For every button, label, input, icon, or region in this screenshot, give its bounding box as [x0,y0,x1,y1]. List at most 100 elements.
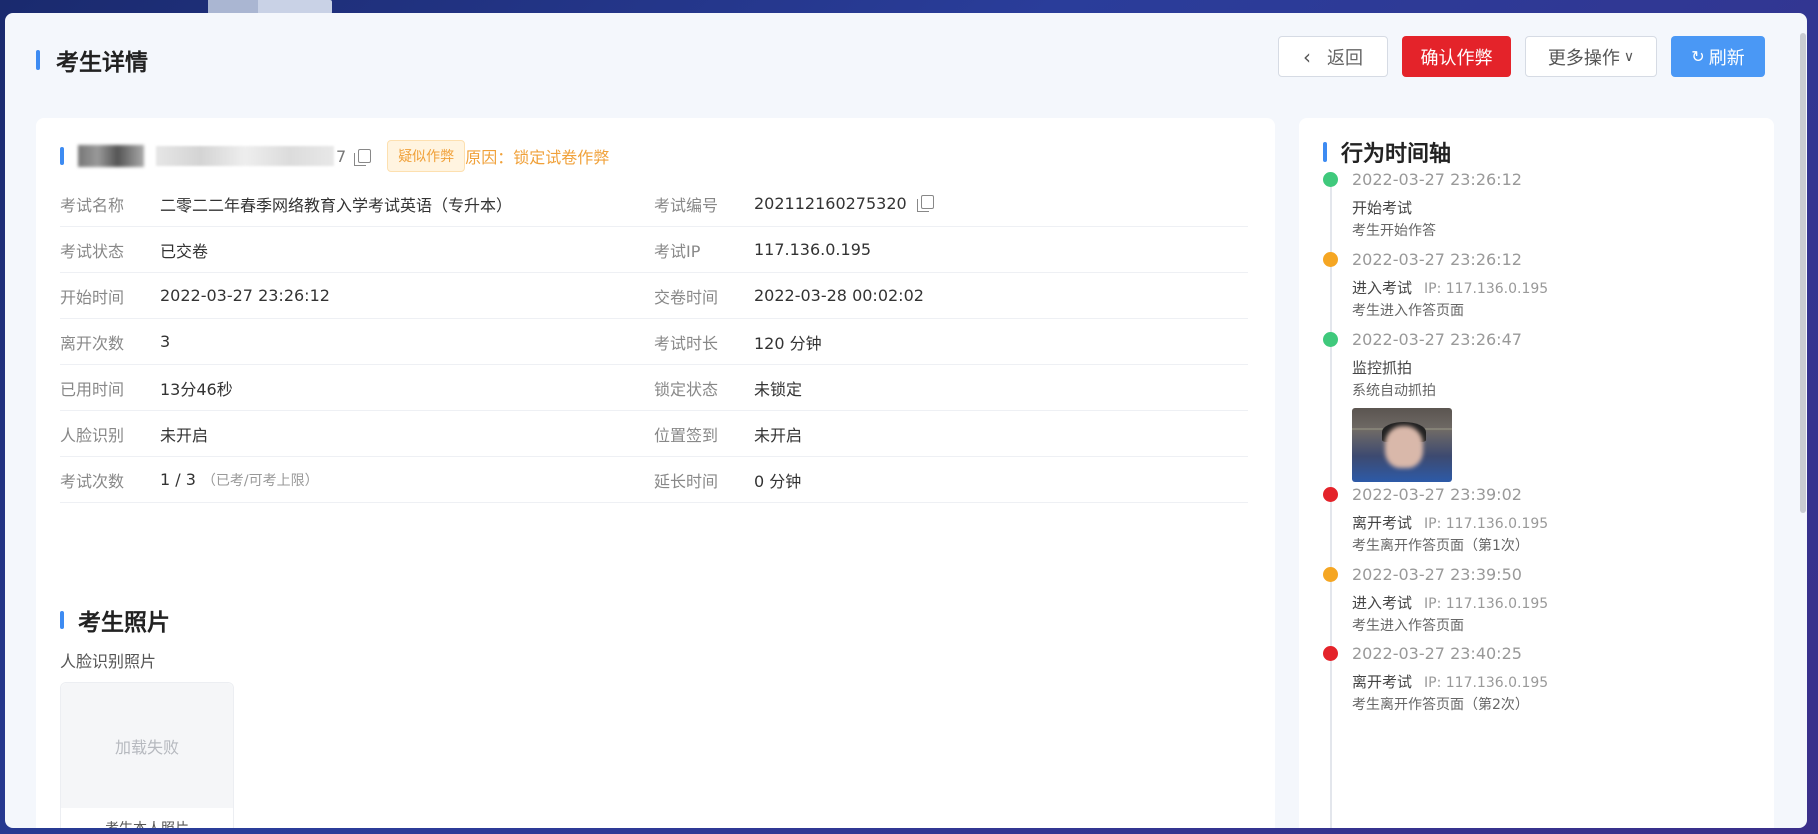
refresh-button[interactable]: ↻ 刷新 [1671,36,1765,77]
timeline-action: 进入考试 IP: 117.136.0.195 [1352,277,1548,298]
modal-scrollbar[interactable] [1799,13,1807,828]
info-label: 位置签到 [654,425,719,445]
timeline-action-label: 监控抓拍 [1352,359,1413,377]
timeline-action-label: 进入考试 [1352,279,1413,297]
timeline-item: 2022-03-27 23:26:12 开始考试 考生开始作答 [1323,170,1522,240]
info-label: 考试名称 [60,195,125,215]
face-photo-subtitle: 人脸识别照片 [60,652,157,671]
candidate-detail-modal: 考生详情 ‹ 返回 确认作弊 更多操作 ∨ ↻ 刷新 7 疑似作弊 原因：锁定试… [5,13,1807,828]
info-value: 2022-03-28 00:02:02 [754,286,924,305]
candidate-id-redacted [156,146,334,166]
info-value: 已交卷 [160,241,209,261]
timeline-action-label: 开始考试 [1352,199,1413,217]
candidate-info-card: 7 疑似作弊 原因：锁定试卷作弊 考试名称 二零二二年春季网络教育入学考试英语（专… [36,118,1275,828]
timeline-action-label: 离开考试 [1352,673,1413,691]
info-value: 13分46秒 [160,379,233,399]
scrollbar-thumb[interactable] [1800,33,1806,513]
timeline-item: 2022-03-27 23:40:25 离开考试 IP: 117.136.0.19… [1323,644,1548,714]
exam-number-text: 202112160275320 [754,194,907,213]
title-accent-bar [36,50,40,70]
info-value: 3 [160,332,171,351]
info-row: 考试次数 1 / 3 （已考/可考上限） 延长时间 0 分钟 [60,457,1248,503]
timeline-dot [1323,567,1338,582]
info-value: 1 / 3 （已考/可考上限） [160,470,319,490]
chevron-down-icon: ∨ [1623,48,1635,65]
info-label: 考试编号 [654,195,719,215]
monitor-snapshot-thumbnail[interactable] [1352,408,1452,482]
photo-caption: 考生本人照片 [61,818,233,828]
info-label: 人脸识别 [60,425,125,445]
info-row: 人脸识别 未开启 位置签到 未开启 [60,411,1248,457]
page-title: 考生详情 [56,50,148,76]
timeline-ip: IP: 117.136.0.195 [1424,596,1549,612]
candidate-name-redacted [78,145,144,167]
background-window-strip-dark [208,0,258,14]
candidate-id-tail: 7 [336,146,347,166]
copy-icon[interactable] [916,195,934,212]
timeline-ip: IP: 117.136.0.195 [1424,516,1549,532]
timeline-desc: 系统自动抓拍 [1352,383,1436,399]
info-row: 已用时间 13分46秒 锁定状态 未锁定 [60,365,1248,411]
timeline-time: 2022-03-27 23:40:25 [1352,644,1522,663]
exam-count-value: 1 / 3 [160,469,196,489]
timeline-item: 2022-03-27 23:39:50 进入考试 IP: 117.136.0.19… [1323,565,1548,635]
timeline-action-label: 进入考试 [1352,594,1413,612]
timeline-desc: 考生进入作答页面 [1352,303,1464,319]
candidate-name-row: 7 疑似作弊 原因：锁定试卷作弊 [60,140,609,172]
exam-info-table: 考试名称 二零二二年春季网络教育入学考试英语（专升本） 考试编号 202112160… [60,181,1248,503]
info-label: 已用时间 [60,379,125,399]
suspected-cheating-badge: 疑似作弊 [387,140,466,172]
info-value: 未开启 [754,425,803,445]
info-label: 离开次数 [60,333,125,353]
timeline-time: 2022-03-27 23:26:12 [1352,250,1522,269]
timeline-desc: 考生离开作答页面（第2次） [1352,697,1529,713]
info-value: 2022-03-27 23:26:12 [160,286,330,305]
info-label: 考试状态 [60,241,125,261]
copy-icon[interactable] [354,149,372,166]
timeline-desc: 考生离开作答页面（第1次） [1352,538,1529,554]
exam-number-value: 202112160275320 [754,194,934,213]
info-label: 考试IP [654,241,701,261]
info-value: 未开启 [160,425,209,445]
more-actions-label: 更多操作 [1547,47,1620,69]
timeline-desc: 考生进入作答页面 [1352,618,1464,634]
info-value: 0 分钟 [754,471,802,491]
cheating-reason: 原因：锁定试卷作弊 [465,148,610,167]
refresh-button-label: 刷新 [1708,47,1745,69]
timeline-title-bar: 行为时间轴 [1323,136,1451,168]
timeline-action: 进入考试 IP: 117.136.0.195 [1352,592,1548,613]
timeline-time: 2022-03-27 23:39:02 [1352,485,1522,504]
info-value: 二零二二年春季网络教育入学考试英语（专升本） [160,195,513,215]
timeline-action-label: 离开考试 [1352,514,1413,532]
info-label: 交卷时间 [654,287,719,307]
chevron-left-icon: ‹ [1303,44,1311,69]
back-button-label: 返回 [1327,47,1363,69]
timeline-dot [1323,646,1338,661]
info-label: 考试次数 [60,471,125,491]
info-label: 锁定状态 [654,379,719,399]
back-button[interactable]: ‹ 返回 [1278,36,1388,77]
name-accent-bar [60,147,64,165]
more-actions-dropdown[interactable]: 更多操作 ∨ [1525,36,1657,77]
photo-load-failed: 加载失败 [61,683,233,808]
candidate-photo-card[interactable]: 加载失败 考生本人照片 [60,682,234,828]
confirm-cheating-button[interactable]: 确认作弊 [1402,36,1511,77]
info-label: 延长时间 [654,471,719,491]
timeline-dot [1323,252,1338,267]
info-row: 考试状态 已交卷 考试IP 117.136.0.195 [60,227,1248,273]
info-value: 未锁定 [754,379,803,399]
timeline-dot [1323,487,1338,502]
info-row: 考试名称 二零二二年春季网络教育入学考试英语（专升本） 考试编号 202112160… [60,181,1248,227]
info-label: 开始时间 [60,287,125,307]
info-label: 考试时长 [654,333,719,353]
timeline-time: 2022-03-27 23:39:50 [1352,565,1522,584]
timeline-action: 监控抓拍 [1352,357,1522,378]
timeline-item: 2022-03-27 23:39:02 离开考试 IP: 117.136.0.19… [1323,485,1548,555]
timeline-action: 离开考试 IP: 117.136.0.195 [1352,512,1548,533]
refresh-icon: ↻ [1691,47,1705,66]
timeline-item: 2022-03-27 23:26:47 监控抓拍 系统自动抓拍 [1323,330,1522,482]
timeline-action: 开始考试 [1352,197,1522,218]
timeline-action: 离开考试 IP: 117.136.0.195 [1352,671,1548,692]
timeline-item: 2022-03-27 23:26:12 进入考试 IP: 117.136.0.19… [1323,250,1548,320]
photo-section-title: 考生照片 [60,603,170,637]
